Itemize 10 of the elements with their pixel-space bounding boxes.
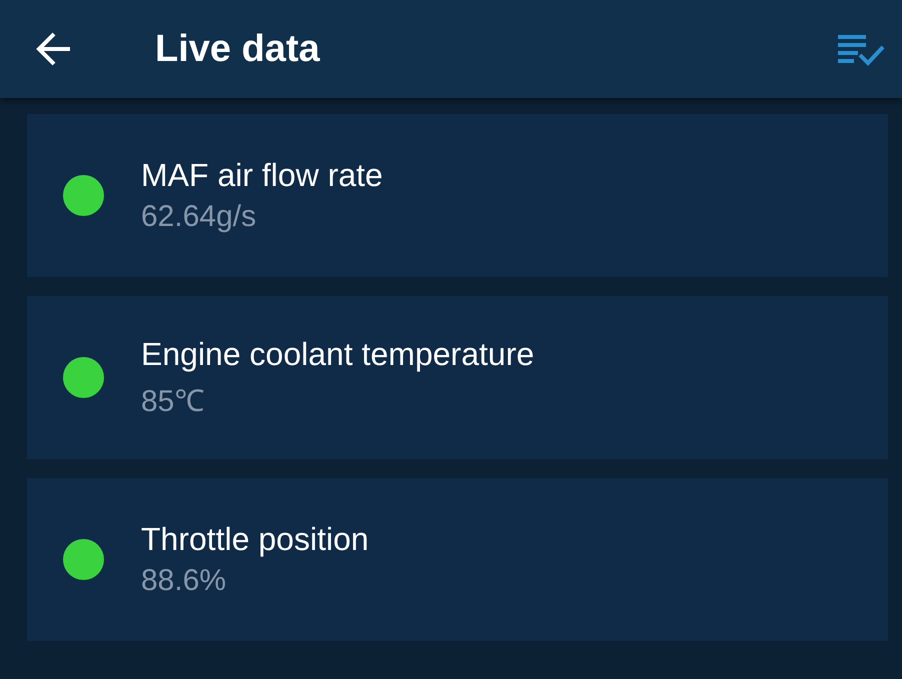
parameter-value: 62.64g/s xyxy=(141,200,258,234)
parameter-name: MAF air flow rate xyxy=(141,157,383,194)
parameter-value: 88.6% xyxy=(141,564,228,598)
parameter-card[interactable]: MAF air flow rate 62.64g/s xyxy=(27,114,888,277)
parameter-name: Engine coolant temperature xyxy=(141,336,534,372)
parameter-card[interactable]: Engine coolant temperature 85℃ xyxy=(27,296,888,459)
parameter-card[interactable]: Throttle position 88.6% xyxy=(27,478,888,641)
screen-title: Live data xyxy=(155,28,321,70)
parameter-name: Throttle position xyxy=(141,521,369,558)
parameter-value: 85℃ xyxy=(141,384,206,420)
